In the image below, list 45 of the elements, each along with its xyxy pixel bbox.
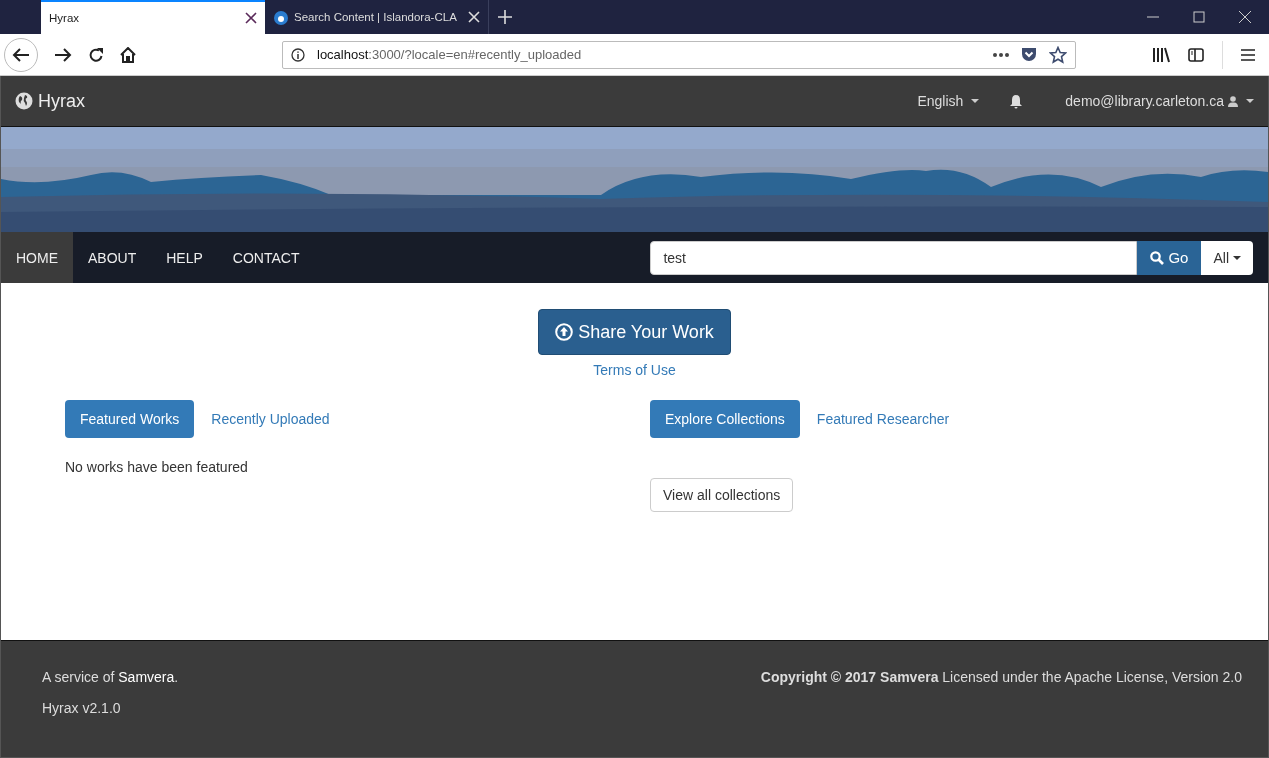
menu-icon[interactable] [1241,48,1255,61]
new-tab-icon[interactable] [497,9,513,25]
star-icon[interactable] [1049,45,1067,64]
search-icon [1150,250,1165,265]
back-arrow-icon [12,46,30,63]
browser-tab[interactable]: Hyrax [41,0,265,34]
tab[interactable]: Featured Researcher [801,400,965,438]
nav-link[interactable]: HELP [151,232,218,283]
upload-circle-icon [555,323,574,341]
forward-arrow-icon[interactable] [54,46,72,63]
reload-icon[interactable] [88,46,104,63]
view-all-collections-button[interactable]: View all collections [650,478,794,512]
service-text: A service of Samvera. [42,669,179,685]
sidebar-icon[interactable] [1188,47,1204,62]
info-icon[interactable] [291,47,305,62]
caret-icon [1233,255,1241,260]
search-field[interactable]: test [650,240,1138,275]
version-text: Hyrax v2.1.0 [42,700,122,716]
nav-link[interactable]: ABOUT [73,232,152,283]
terms-link[interactable]: Terms of Use [593,362,676,378]
brand-link[interactable]: Hyrax [15,90,85,112]
nav-link[interactable]: HOME [1,232,73,283]
tab[interactable]: Explore Collections [650,400,800,438]
home-icon[interactable] [120,46,136,63]
tab[interactable]: Featured Works [65,400,195,438]
tab[interactable]: Recently Uploaded [196,400,345,438]
library-icon[interactable] [1152,46,1170,63]
user-menu[interactable]: demo@library.carleton.ca [1065,93,1254,109]
bell-icon[interactable] [1009,93,1024,109]
user-icon [1228,95,1238,107]
caret-icon [1246,99,1254,103]
more-dots-icon[interactable] [993,52,1009,57]
maximize-icon[interactable] [1193,11,1205,23]
search-button[interactable]: Go [1137,240,1202,275]
search-scope-dropdown[interactable]: All [1201,240,1253,275]
language-menu[interactable]: English [917,93,980,109]
copyright-text: Copyright © 2017 Samvera Licensed under the Apache License, Version 2.0 [760,669,1242,687]
pocket-icon[interactable] [1021,47,1037,62]
nav-link[interactable]: CONTACT [217,232,315,283]
url-text: localhost:3000/?locale=en#recently_uploaded [317,47,582,62]
caret-icon [971,99,980,103]
share-your-work-button[interactable]: Share Your Work [538,309,731,355]
empty-message: No works have been featured [65,459,249,475]
close-icon[interactable] [245,12,257,24]
address-bar[interactable]: localhost:3000/?locale=en#recently_uploaded [282,40,1076,69]
